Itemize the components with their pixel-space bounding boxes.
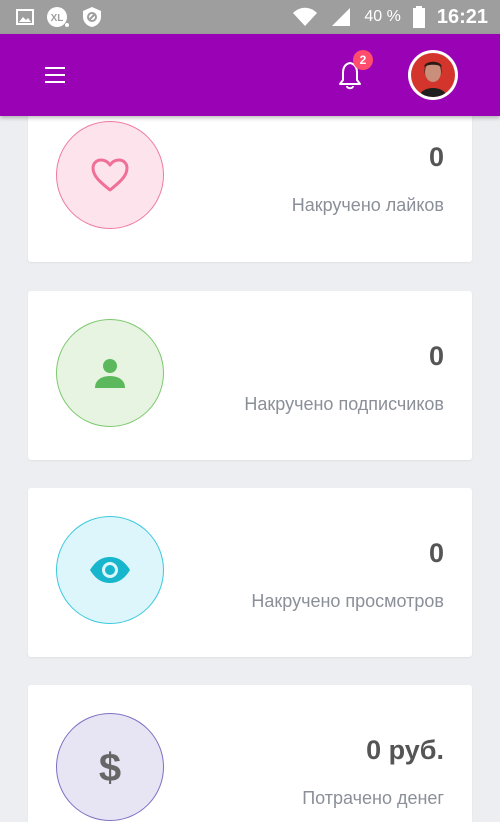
battery-percent: 40 %: [364, 8, 401, 25]
likes-icon-circle: [56, 121, 164, 229]
likes-card: 0 Накручено лайков: [28, 116, 472, 262]
views-icon-circle: [56, 516, 164, 624]
notification-badge: 2: [353, 50, 373, 70]
user-icon: [95, 359, 125, 388]
heart-icon: [91, 158, 129, 192]
dollar-icon: $: [99, 746, 121, 789]
wifi-icon: [293, 7, 318, 26]
spent-icon-circle: $: [56, 713, 164, 821]
spent-value: 0 руб.: [366, 735, 444, 765]
battery-icon: [412, 6, 425, 28]
app-bar: 2: [0, 34, 500, 116]
image-icon: [16, 9, 34, 25]
avatar[interactable]: [408, 50, 458, 100]
avatar-photo: [411, 53, 455, 97]
spent-card: $ 0 руб. Потрачено денег: [28, 685, 472, 822]
hamburger-icon: [45, 67, 65, 83]
likes-label: Накручено лайков: [291, 195, 444, 215]
followers-label: Накручено подписчиков: [244, 394, 444, 414]
menu-button[interactable]: [40, 62, 70, 88]
likes-value: 0: [428, 142, 444, 172]
eye-icon: [90, 557, 130, 583]
views-card: 0 Накручено просмотров: [28, 488, 472, 657]
spent-label: Потрачено денег: [302, 788, 444, 808]
status-bar: XL 40 % 16:21: [0, 0, 500, 34]
status-bar-right: 40 % 16:21: [292, 6, 488, 29]
followers-value: 0: [428, 341, 444, 371]
svg-text:$: $: [99, 746, 121, 789]
dashboard-stats: 0 Накручено лайков 0 Накручено подписчик…: [0, 116, 500, 822]
followers-card: 0 Накручено подписчиков: [28, 291, 472, 460]
svg-text:XL: XL: [51, 13, 64, 24]
followers-icon-circle: [56, 319, 164, 427]
shield-icon: [83, 7, 101, 27]
signal-icon: [332, 8, 351, 26]
status-bar-left: XL: [16, 6, 102, 28]
clock: 16:21: [436, 5, 488, 28]
views-value: 0: [428, 538, 444, 568]
xl-icon: XL: [47, 7, 69, 27]
views-label: Накручено просмотров: [251, 591, 444, 611]
